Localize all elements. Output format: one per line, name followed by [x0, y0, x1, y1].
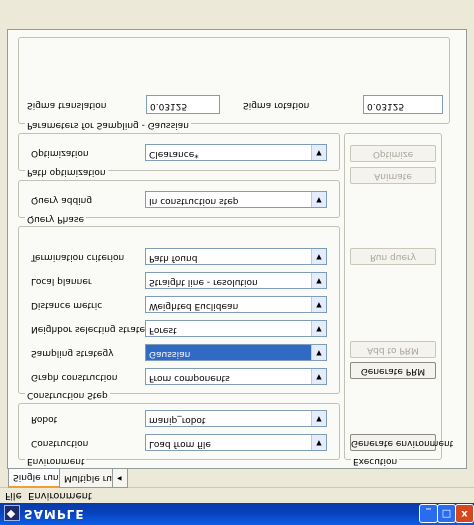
- sampling-strategy-combo[interactable]: Gaussian ▼: [145, 344, 327, 361]
- add-to-prm-button[interactable]: Add to PRM: [350, 341, 436, 358]
- graph-construction-value: From components: [149, 373, 230, 383]
- optimization-value: Clearance*: [149, 149, 199, 159]
- query-adding-value: In construction step: [149, 196, 239, 206]
- robot-label: Robot: [31, 414, 58, 424]
- query-phase-group: Query Phase Query adding In construction…: [18, 180, 340, 224]
- distance-metric-value: Weighted Euclidean: [149, 301, 239, 311]
- run-query-button[interactable]: Run query: [350, 248, 436, 265]
- neighbor-strategy-combo[interactable]: Forest ▼: [145, 320, 327, 337]
- gaussian-parameters-group-title: Parameters for Sampling - Gaussian: [25, 120, 191, 130]
- chevron-down-icon[interactable]: ▼: [311, 297, 326, 312]
- chevron-down-icon[interactable]: ▼: [311, 345, 326, 360]
- distance-metric-combo[interactable]: Weighted Euclidean ▼: [145, 296, 327, 313]
- minimize-button[interactable]: _: [419, 504, 438, 523]
- tab-single-run[interactable]: Single run: [8, 466, 64, 488]
- title-bar[interactable]: SAMPLE _ □ x: [0, 503, 474, 525]
- animate-button[interactable]: Animate: [350, 167, 436, 184]
- construction-step-group-title: Construction Step: [25, 390, 110, 400]
- robot-combo[interactable]: manip_robot ▼: [145, 410, 327, 427]
- tab-content-panel: Environment Construction Load from file …: [7, 29, 467, 469]
- generate-prm-button[interactable]: Generate PRM: [350, 362, 436, 379]
- chevron-down-icon[interactable]: ▼: [311, 273, 326, 288]
- query-adding-label: Query adding: [31, 195, 93, 205]
- chevron-down-icon[interactable]: ▼: [311, 192, 326, 207]
- construction-value: Load from file: [149, 439, 211, 449]
- sampling-strategy-value: Gaussian: [149, 349, 191, 359]
- environment-group: Environment Construction Load from file …: [18, 403, 340, 466]
- close-button[interactable]: x: [455, 504, 474, 523]
- query-adding-combo[interactable]: In construction step ▼: [145, 191, 327, 208]
- application-window: SAMPLE _ □ x File Environment Single run…: [0, 0, 474, 525]
- execution-group-title: Execution: [351, 456, 400, 466]
- construction-label: Construction: [31, 438, 89, 448]
- menu-file[interactable]: File: [5, 490, 22, 501]
- app-icon: [4, 505, 20, 521]
- distance-metric-label: Distance metric: [31, 300, 103, 310]
- optimization-label: Optimization: [31, 148, 89, 158]
- construction-step-group: Construction Step Graph construction Fro…: [18, 226, 340, 400]
- termination-criterion-label: Termination criterion: [31, 252, 125, 262]
- maximize-button[interactable]: □: [437, 504, 456, 523]
- chevron-down-icon[interactable]: ▼: [311, 411, 326, 426]
- chevron-down-icon[interactable]: ▼: [311, 249, 326, 264]
- sampling-strategy-label: Sampling strategy: [31, 348, 114, 358]
- query-phase-group-title: Query Phase: [25, 214, 87, 224]
- sigma-translation-field[interactable]: 0.03125: [146, 95, 220, 114]
- menu-bar: File Environment: [0, 487, 474, 503]
- generate-environment-button[interactable]: Generate environment: [350, 434, 453, 451]
- tab-scroll-button[interactable]: ◂: [112, 469, 128, 488]
- robot-value: manip_robot: [149, 415, 206, 425]
- gaussian-parameters-group: Parameters for Sampling - Gaussian Sigma…: [18, 37, 450, 130]
- termination-criterion-value: Path found: [149, 253, 198, 263]
- graph-construction-combo[interactable]: From components ▼: [145, 368, 327, 385]
- sigma-rotation-label: Sigma rotation: [243, 100, 310, 110]
- mirrored-window-render: SAMPLE _ □ x File Environment Single run…: [0, 0, 474, 525]
- construction-combo[interactable]: Load from file ▼: [145, 434, 327, 451]
- chevron-down-icon[interactable]: ▼: [311, 369, 326, 384]
- sigma-rotation-field[interactable]: 0.03125: [363, 95, 443, 114]
- chevron-down-icon[interactable]: ▼: [311, 435, 326, 450]
- window-title: SAMPLE: [24, 507, 85, 521]
- local-planner-label: Local planner: [31, 276, 92, 286]
- sigma-translation-value: 0.03125: [150, 101, 188, 111]
- neighbor-strategy-label: Neighbor selecting strategy: [31, 324, 157, 334]
- local-planner-combo[interactable]: Straight line - resolution ▼: [145, 272, 327, 289]
- neighbor-strategy-value: Forest: [149, 325, 177, 335]
- chevron-down-icon[interactable]: ▼: [311, 145, 326, 160]
- execution-group: Execution Generate environment Generate …: [344, 133, 453, 466]
- local-planner-value: Straight line - resolution: [149, 277, 258, 287]
- sigma-rotation-value: 0.03125: [367, 101, 405, 111]
- chevron-down-icon[interactable]: ▼: [311, 321, 326, 336]
- path-optimization-group-title: Path optimization: [25, 167, 108, 177]
- sigma-translation-label: Sigma translation: [27, 100, 107, 110]
- termination-criterion-combo[interactable]: Path found ▼: [145, 248, 327, 265]
- menu-environment[interactable]: Environment: [28, 490, 92, 501]
- environment-group-title: Environment: [25, 456, 87, 466]
- path-optimization-group: Path optimization Optimization Clearance…: [18, 133, 340, 177]
- optimization-combo[interactable]: Clearance* ▼: [145, 144, 327, 161]
- optimize-button[interactable]: Optimize: [350, 145, 436, 162]
- graph-construction-label: Graph construction: [31, 372, 118, 382]
